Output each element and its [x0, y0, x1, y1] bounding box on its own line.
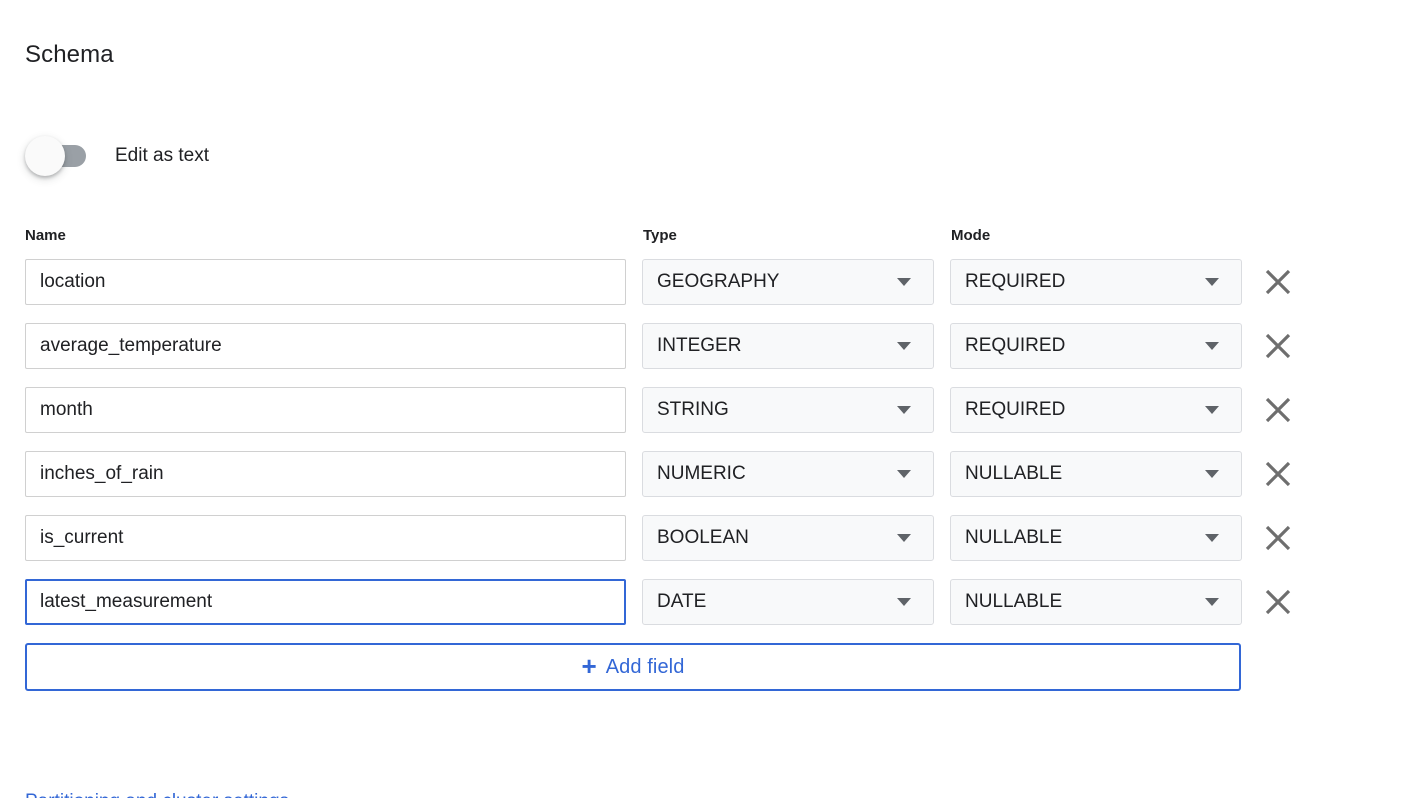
remove-field-button[interactable] [1263, 459, 1293, 489]
remove-field-button[interactable] [1263, 523, 1293, 553]
chevron-down-icon [1205, 342, 1219, 350]
schema-field-rows: GEOGRAPHY REQUIRED INTEGER REQUIRED STRING RE… [0, 259, 1410, 643]
remove-field-button[interactable] [1263, 395, 1293, 425]
remove-field-button[interactable] [1263, 267, 1293, 297]
remove-field-button[interactable] [1263, 331, 1293, 361]
edit-as-text-label: Edit as text [115, 144, 209, 168]
edit-as-text-toggle[interactable] [25, 133, 87, 179]
chevron-down-icon [897, 470, 911, 478]
field-type-value: GEOGRAPHY [643, 271, 897, 293]
bottom-section-clipped: Partitioning and cluster settings [25, 790, 625, 798]
column-headers: Name Type Mode [0, 226, 1410, 248]
field-mode-value: NULLABLE [951, 527, 1205, 549]
field-type-select[interactable]: INTEGER [642, 323, 934, 369]
schema-field-row: STRING REQUIRED [0, 387, 1410, 433]
field-type-select[interactable]: STRING [642, 387, 934, 433]
chevron-down-icon [1205, 534, 1219, 542]
column-header-mode: Mode [951, 226, 990, 246]
field-mode-select[interactable]: NULLABLE [950, 579, 1242, 625]
chevron-down-icon [1205, 470, 1219, 478]
chevron-down-icon [897, 342, 911, 350]
chevron-down-icon [897, 406, 911, 414]
field-mode-select[interactable]: NULLABLE [950, 515, 1242, 561]
field-mode-value: REQUIRED [951, 335, 1205, 357]
schema-field-row: GEOGRAPHY REQUIRED [0, 259, 1410, 305]
field-type-value: DATE [643, 591, 897, 613]
field-mode-select[interactable]: NULLABLE [950, 451, 1242, 497]
edit-as-text-row: Edit as text [25, 133, 209, 179]
remove-field-button[interactable] [1263, 587, 1293, 617]
schema-field-row: BOOLEAN NULLABLE [0, 515, 1410, 561]
chevron-down-icon [1205, 406, 1219, 414]
column-header-type: Type [643, 226, 677, 246]
page-title: Schema [25, 39, 114, 71]
field-mode-value: REQUIRED [951, 271, 1205, 293]
field-type-value: INTEGER [643, 335, 897, 357]
chevron-down-icon [897, 278, 911, 286]
field-type-value: STRING [643, 399, 897, 421]
field-name-input[interactable] [25, 451, 626, 497]
chevron-down-icon [1205, 278, 1219, 286]
field-type-value: BOOLEAN [643, 527, 897, 549]
field-type-select[interactable]: GEOGRAPHY [642, 259, 934, 305]
field-type-value: NUMERIC [643, 463, 897, 485]
field-mode-select[interactable]: REQUIRED [950, 387, 1242, 433]
plus-icon: + [582, 653, 597, 679]
chevron-down-icon [897, 534, 911, 542]
schema-field-row: INTEGER REQUIRED [0, 323, 1410, 369]
field-name-input[interactable] [25, 579, 626, 625]
column-header-name: Name [25, 226, 66, 246]
chevron-down-icon [1205, 598, 1219, 606]
chevron-down-icon [897, 598, 911, 606]
schema-editor-page: Schema Edit as text Name Type Mode GEOGR… [0, 0, 1410, 798]
toggle-knob [25, 136, 65, 176]
bottom-section-label: Partitioning and cluster settings [25, 790, 625, 798]
field-type-select[interactable]: NUMERIC [642, 451, 934, 497]
add-field-button[interactable]: + Add field [25, 643, 1241, 691]
add-field-label: Add field [606, 656, 685, 679]
field-mode-value: NULLABLE [951, 463, 1205, 485]
schema-field-row: NUMERIC NULLABLE [0, 451, 1410, 497]
schema-field-row: DATE NULLABLE [0, 579, 1410, 625]
field-name-input[interactable] [25, 259, 626, 305]
field-mode-value: REQUIRED [951, 399, 1205, 421]
field-mode-select[interactable]: REQUIRED [950, 259, 1242, 305]
field-type-select[interactable]: BOOLEAN [642, 515, 934, 561]
field-name-input[interactable] [25, 387, 626, 433]
field-name-input[interactable] [25, 323, 626, 369]
field-type-select[interactable]: DATE [642, 579, 934, 625]
field-name-input[interactable] [25, 515, 626, 561]
field-mode-value: NULLABLE [951, 591, 1205, 613]
field-mode-select[interactable]: REQUIRED [950, 323, 1242, 369]
